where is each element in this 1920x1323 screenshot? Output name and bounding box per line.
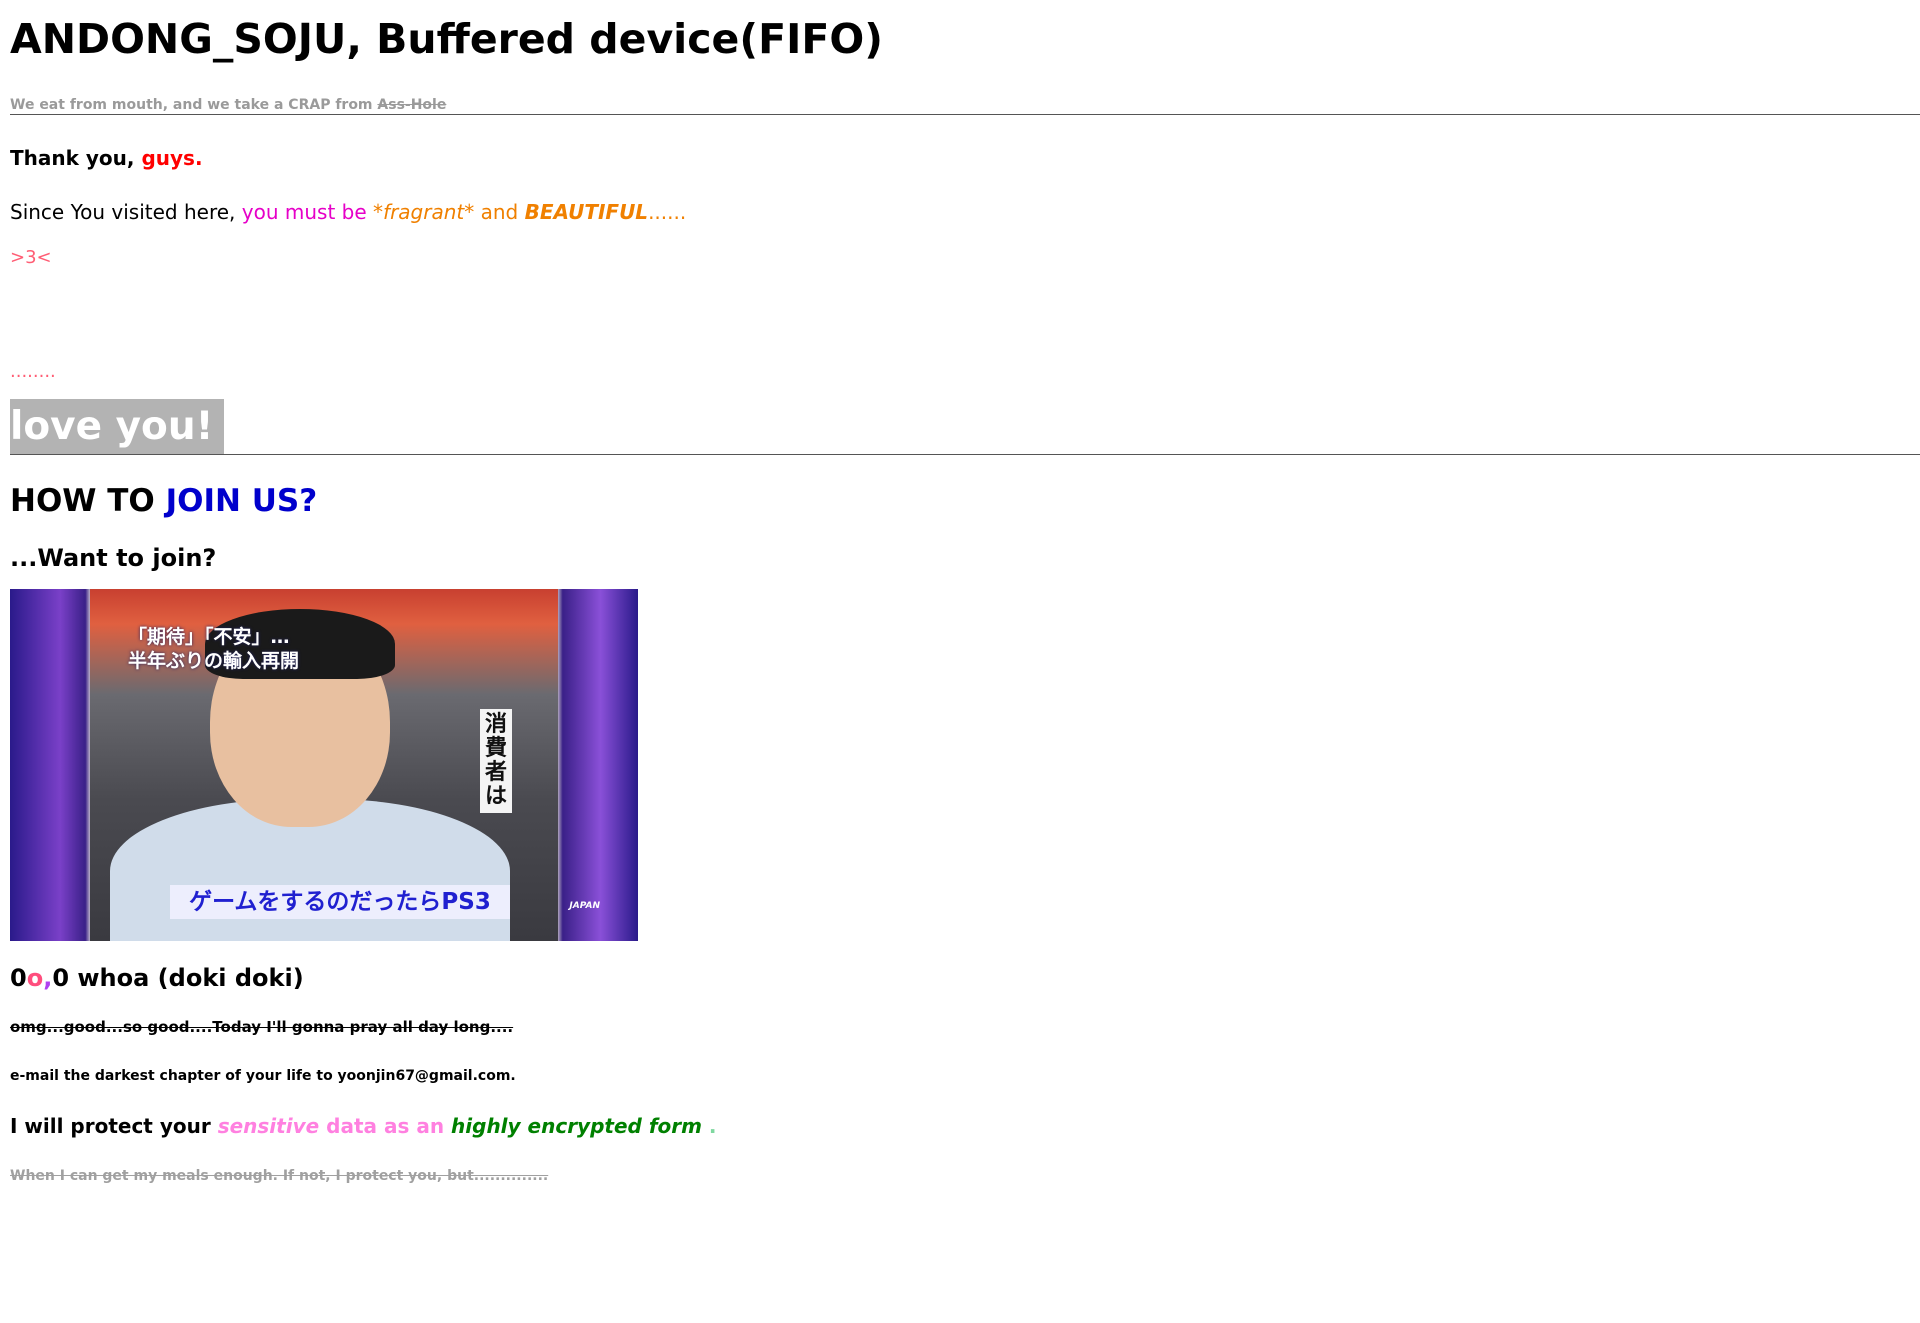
fragrant-word: fragrant [383,200,465,224]
whoa-heading: 0o,0 whoa (doki doki) [10,963,1910,993]
thanks-highlight: guys. [141,146,203,170]
howto-heading: HOW TO JOIN US? [10,481,1910,521]
tagline-strikethrough: Ass-Hole [377,97,447,113]
since-magenta: you must be [241,200,374,224]
divider [10,114,1920,115]
protect-middle: data as an [319,1114,452,1138]
meals-strikethrough-line: When I can get my meals enough. If not, … [10,1168,549,1184]
vertical-caption: 消費者は [480,709,512,813]
since-prefix: Since You visited here, [10,200,242,224]
want-join-heading: ...Want to join? [10,544,217,572]
page-title: ANDONG_SOJU, Buffered device(FIFO) [10,15,883,63]
since-line: Since You visited here, you must be *fra… [10,199,1910,225]
image-caption-bottom: ゲームをするのだったらPS3 [170,885,510,919]
protect-prefix: I will protect your [10,1114,218,1138]
sensitive-word: sensitive [217,1114,320,1138]
protect-suffix: . [701,1114,717,1138]
protect-line: I will protect your sensitive data as an… [10,1113,1910,1139]
encrypted-phrase: highly encrypted form [451,1114,702,1138]
star-open: * [373,200,384,224]
page: ANDONG_SOJU, Buffered device(FIFO) We ea… [0,0,1920,1185]
since-ellipsis: ...... [648,200,687,224]
tv-screenshot-image: 「期待」「不安」… 半年ぶりの輸入再開 消費者は ゲームをするのだったらPS3 … [10,589,638,941]
beautiful-word: BEAUTIFUL [524,200,649,224]
howto-highlight: JOIN US? [165,483,318,519]
caption-top-line1: 「期待」「不安」… [128,626,290,648]
and-word: and [474,200,525,224]
love-banner: love you! [10,399,225,454]
divider [10,454,1920,455]
heart-emoticon: >3< [10,247,52,268]
image-caption-top: 「期待」「不安」… 半年ぶりの輸入再開 [128,625,299,673]
whoa-zero: 0 [10,964,27,992]
whoa-comma: , [43,964,53,992]
thanks-text: Thank you, [10,146,142,170]
tagline-text: We eat from mouth, and we take a CRAP fr… [10,97,378,113]
email-line: e-mail the darkest chapter of your life … [10,1068,516,1084]
thanks-line: Thank you, guys. [10,145,1910,171]
omg-strikethrough-line: omg...good...so good....Today I'll gonna… [10,1018,514,1036]
star-close: * [464,200,475,224]
dots-line: ........ [10,361,56,382]
channel-logo: JAPAN [569,901,600,911]
caption-top-line2: 半年ぶりの輸入再開 [128,650,300,672]
whoa-o: o [26,964,44,992]
tagline: We eat from mouth, and we take a CRAP fr… [10,96,1910,114]
whoa-rest: 0 whoa (doki doki) [52,964,304,992]
howto-prefix: HOW TO [10,483,166,519]
